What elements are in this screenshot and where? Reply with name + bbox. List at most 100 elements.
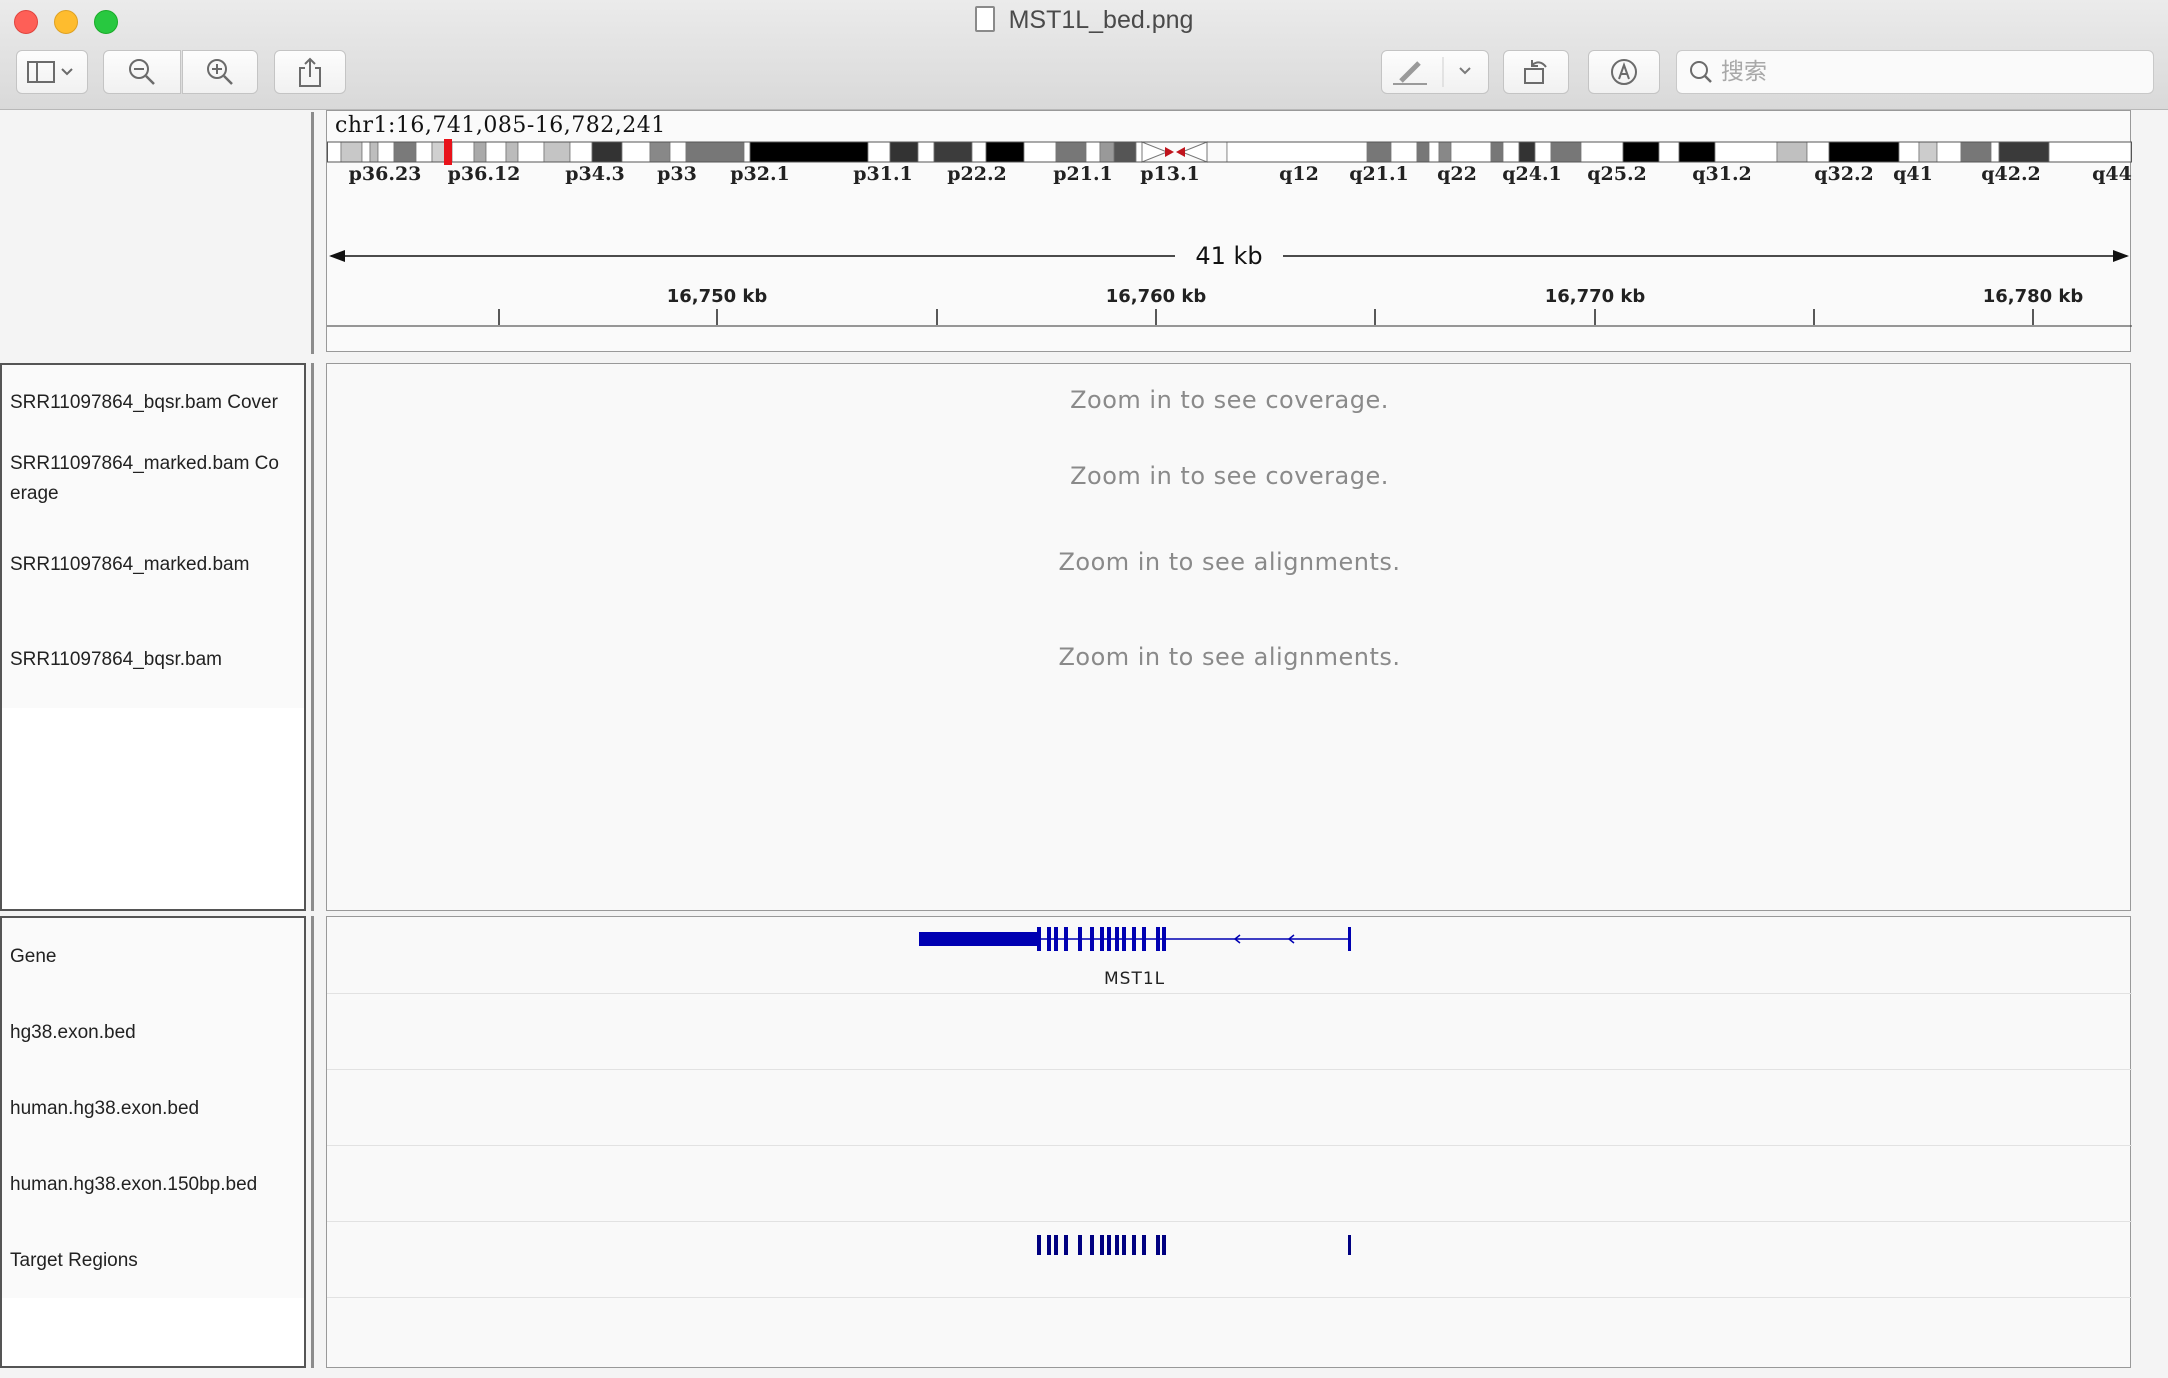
search-field[interactable] <box>1676 50 2154 94</box>
zoom-out-button[interactable] <box>103 50 181 94</box>
gene-exon <box>1132 927 1136 951</box>
feature-data-panel: MST1L <box>326 916 2132 1368</box>
cytoband <box>1936 141 1962 163</box>
cytoband <box>685 141 745 163</box>
share-button[interactable] <box>274 50 346 94</box>
search-input[interactable] <box>1721 59 2121 85</box>
markup-icon <box>1611 59 1637 85</box>
track-name-human-hg38-exon[interactable]: human.hg38.exon.bed <box>10 1094 199 1124</box>
current-region-marker <box>444 139 452 165</box>
band-label: q12 <box>1279 163 1319 185</box>
document-icon <box>974 6 995 32</box>
search-icon <box>1690 61 1712 83</box>
pen-icon <box>1393 57 1471 87</box>
track-name-bqsr-bam[interactable]: SRR11097864_bqsr.bam <box>10 645 222 675</box>
target-region <box>1162 1235 1166 1255</box>
feature-tracks-canvas <box>919 927 1351 1255</box>
cytoband <box>543 141 571 163</box>
gene-exon <box>1162 927 1166 951</box>
cytoband <box>933 141 973 163</box>
cytoband <box>1366 141 1392 163</box>
alignment-track-names: SRR11097864_bqsr.bam Cover SRR11097864_m… <box>0 363 306 911</box>
band-label: q24.1 <box>1502 163 1562 185</box>
sidebar-icon <box>27 61 73 83</box>
gene-exon <box>1142 927 1146 951</box>
cytoband <box>393 141 417 163</box>
track-name-marked-coverage[interactable]: SRR11097864_marked.bam Co <box>10 449 279 479</box>
cytoband <box>1828 141 1900 163</box>
target-region <box>1132 1235 1136 1255</box>
ideogram-ruler-panel: chr1:16,741,085-16,782,241 p36.23 p36.12 p… <box>326 110 2132 352</box>
cytoband <box>985 141 1025 163</box>
gene-exon <box>1064 927 1068 951</box>
cytoband <box>1622 141 1660 163</box>
target-region <box>1115 1235 1119 1255</box>
gene-exon <box>1037 927 1041 951</box>
centromere-q <box>1180 141 1208 163</box>
cytoband <box>1135 141 1143 163</box>
gene-exon <box>919 932 1037 946</box>
track-name-gene[interactable]: Gene <box>10 942 56 972</box>
cytoband <box>415 141 433 163</box>
track-name-human-hg38-exon-150bp[interactable]: human.hg38.exon.150bp.bed <box>10 1170 257 1200</box>
gene-exon <box>1122 927 1126 951</box>
zoom-in-icon <box>207 59 233 85</box>
band-label: q41 <box>1893 163 1933 185</box>
cytoband <box>867 141 891 163</box>
cytoband <box>1990 141 2000 163</box>
cytoband <box>1490 141 1504 163</box>
feature-track-names: Gene hg38.exon.bed human.hg38.exon.bed h… <box>0 916 306 1368</box>
cytoband <box>743 141 751 163</box>
cytoband <box>649 141 671 163</box>
rotate-icon <box>1524 60 1547 84</box>
feature-divider[interactable] <box>311 916 314 1368</box>
cytoband <box>327 141 342 163</box>
track-name-marked-bam[interactable]: SRR11097864_marked.bam <box>10 550 249 580</box>
band-label: p36.12 <box>448 163 521 185</box>
target-region <box>1054 1235 1058 1255</box>
zoom-message-alignments-1: Zoom in to see alignments. <box>1058 548 1401 576</box>
track-name-target-regions[interactable]: Target Regions <box>10 1246 138 1276</box>
gene-label-mst1l[interactable]: MST1L <box>1104 969 1165 989</box>
track-name-bqsr-coverage[interactable]: SRR11097864_bqsr.bam Cover <box>10 388 278 418</box>
cytoband <box>1960 141 1992 163</box>
feature-names-blank <box>2 1298 304 1366</box>
target-region <box>1348 1235 1351 1255</box>
markup-button[interactable] <box>1588 50 1660 94</box>
cytoband <box>451 141 475 163</box>
gene-exon <box>1090 927 1094 951</box>
zoom-message-coverage-2: Zoom in to see coverage. <box>1070 462 1389 490</box>
band-label: q22 <box>1437 163 1477 185</box>
span-arrow-left <box>329 250 345 262</box>
target-region <box>1142 1235 1146 1255</box>
cytoband <box>1806 141 1830 163</box>
cytoband <box>889 141 919 163</box>
cytoband <box>485 141 507 163</box>
cytoband <box>377 141 395 163</box>
band-label: q44 <box>2092 163 2132 185</box>
span-label: 41 kb <box>1195 242 1262 270</box>
ruler-tick-label: 16,750 kb <box>667 286 768 307</box>
target-region <box>1078 1235 1082 1255</box>
band-label: p22.2 <box>947 163 1007 185</box>
markup-pen-button[interactable] <box>1381 50 1489 94</box>
zoom-out-icon <box>129 59 155 85</box>
cytoband <box>569 141 593 163</box>
band-label: p21.1 <box>1053 163 1113 185</box>
target-region <box>1064 1235 1068 1255</box>
alignment-divider[interactable] <box>311 363 314 911</box>
gene-exon <box>1107 927 1111 951</box>
gene-exon <box>1348 927 1351 951</box>
rotate-button[interactable] <box>1503 50 1569 94</box>
cytoband <box>669 141 687 163</box>
target-region <box>1100 1235 1104 1255</box>
target-region <box>1047 1235 1051 1255</box>
gene-exon <box>1115 927 1119 951</box>
band-label: q42.2 <box>1981 163 2041 185</box>
track-name-hg38-exon[interactable]: hg38.exon.bed <box>10 1018 136 1048</box>
gene-exon <box>1156 927 1160 951</box>
sidebar-toggle-button[interactable] <box>16 50 88 94</box>
zoom-in-button[interactable] <box>182 50 258 94</box>
band-label: p34.3 <box>565 163 625 185</box>
window-titlebar: MST1L_bed.png <box>0 0 2168 110</box>
